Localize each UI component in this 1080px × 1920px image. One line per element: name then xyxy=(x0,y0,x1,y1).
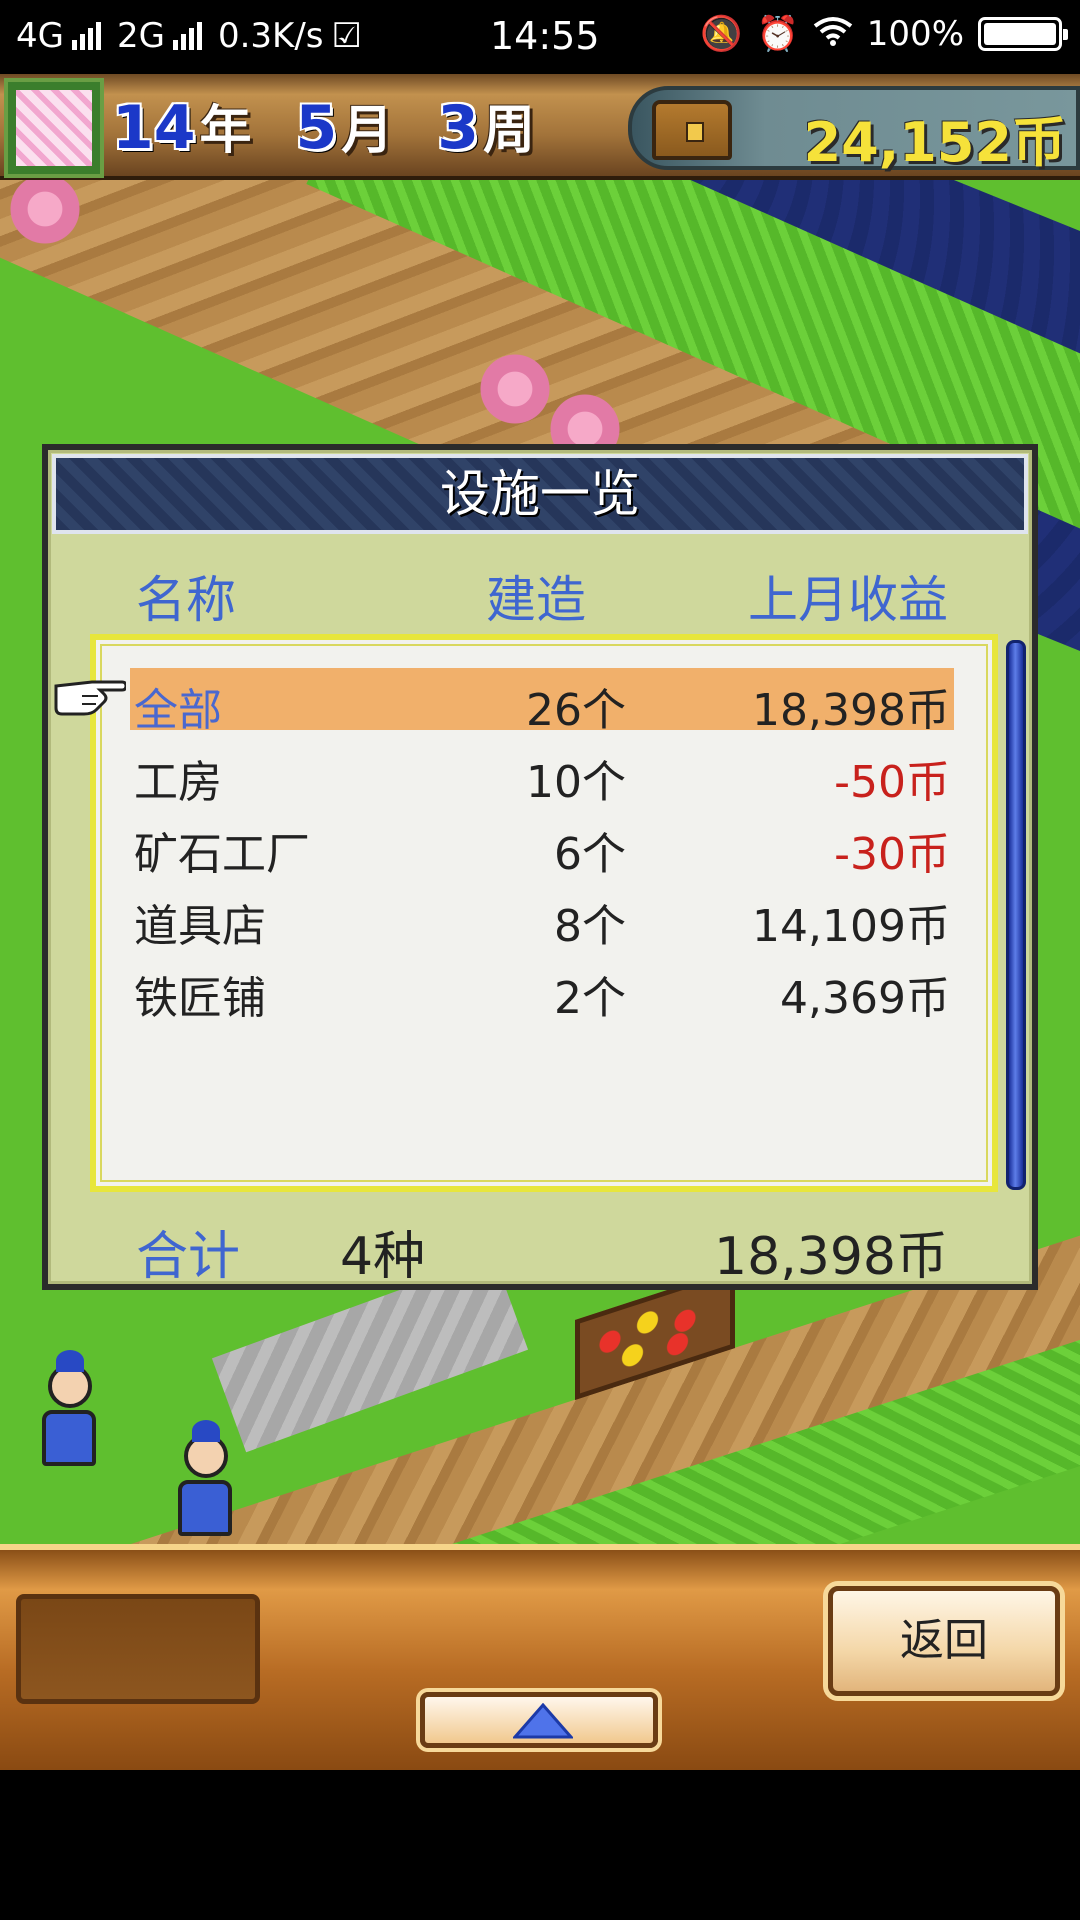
list-row-all[interactable]: 全部 26个 18,398币 xyxy=(130,668,954,736)
top-hud: 14 年 5 月 3 周 24,152币 xyxy=(0,74,1080,180)
clipboard-check-icon: ☑ xyxy=(331,16,362,56)
empty-slot xyxy=(16,1594,260,1704)
row-revenue: -30币 xyxy=(834,829,950,880)
year-unit: 年 xyxy=(199,101,252,161)
back-button[interactable]: 返回 xyxy=(828,1586,1060,1696)
row-name: 铁匠铺 xyxy=(134,973,266,1024)
network-4g-label: 4G xyxy=(16,16,64,56)
alarm-icon: ⏰ xyxy=(756,14,799,54)
month-number: 5 xyxy=(295,93,338,163)
sakura-icon xyxy=(16,90,92,166)
column-headers: 名称 建造 上月收益 xyxy=(48,560,1032,630)
row-revenue: -50币 xyxy=(834,757,950,808)
scrollbar[interactable] xyxy=(1006,640,1026,1190)
row-count: 2个 xyxy=(554,973,626,1024)
total-row: 合计 4种 18,398币 xyxy=(48,1214,1032,1287)
row-count: 8个 xyxy=(554,901,626,952)
dialog-title: 设施一览 xyxy=(52,454,1028,534)
row-name: 工房 xyxy=(134,757,222,808)
total-label: 合计 xyxy=(136,1227,241,1287)
bottom-command-bar: 返回 xyxy=(0,1544,1080,1770)
sakura-tree xyxy=(0,174,90,244)
row-revenue: 4,369币 xyxy=(780,973,950,1024)
header-built: 建造 xyxy=(486,571,586,629)
pointing-hand-icon xyxy=(54,680,126,716)
bottom-blank-area xyxy=(0,1770,1080,1920)
list-row-ore-factory[interactable]: 矿石工厂 6个 -30币 xyxy=(130,812,954,880)
treasure-chest-icon xyxy=(652,100,732,160)
row-revenue: 14,109币 xyxy=(752,901,950,952)
month-unit: 月 xyxy=(341,101,394,161)
row-name: 矿石工厂 xyxy=(134,829,310,880)
game-date: 14 年 5 月 3 周 xyxy=(112,88,575,163)
network-2g-label: 2G xyxy=(116,16,165,56)
scroll-up-button[interactable] xyxy=(420,1692,658,1748)
facility-list-dialog: 设施一览 名称 建造 上月收益 全部 26个 18,398币 工房 10个 -5… xyxy=(42,444,1038,1290)
row-count: 26个 xyxy=(526,685,626,736)
list-row-item-shop[interactable]: 道具店 8个 14,109币 xyxy=(130,884,954,952)
row-count: 10个 xyxy=(526,757,626,808)
season-portrait[interactable] xyxy=(4,78,104,178)
signal-icon xyxy=(71,22,101,50)
villager-sprite[interactable] xyxy=(178,1420,234,1544)
battery-icon xyxy=(978,17,1068,51)
clock: 14:55 xyxy=(490,14,600,58)
mute-bell-icon: 🔕 xyxy=(700,14,743,54)
row-revenue: 18,398币 xyxy=(752,685,950,736)
money-panel: 24,152币 xyxy=(628,86,1080,174)
row-name: 全部 xyxy=(134,685,222,736)
battery-percent: 100% xyxy=(866,14,964,54)
villager-sprite[interactable] xyxy=(42,1350,98,1474)
year-number: 14 xyxy=(112,93,196,163)
list-row-workshop[interactable]: 工房 10个 -50币 xyxy=(130,740,954,808)
money-amount: 24,152币 xyxy=(803,111,1066,174)
total-kinds: 4种 xyxy=(340,1227,426,1287)
status-bar: 4G 2G 0.3K/s ☑ 14:55 🔕 ⏰ 100% xyxy=(0,0,1080,74)
row-count: 6个 xyxy=(554,829,626,880)
up-arrow-icon xyxy=(513,1703,573,1739)
week-unit: 周 xyxy=(483,101,536,161)
wifi-icon xyxy=(813,16,853,52)
header-name: 名称 xyxy=(136,571,236,629)
network-speed: 0.3K/s xyxy=(217,16,324,56)
total-amount: 18,398币 xyxy=(714,1227,948,1287)
header-revenue: 上月收益 xyxy=(748,571,948,629)
row-name: 道具店 xyxy=(134,901,266,952)
list-row-blacksmith[interactable]: 铁匠铺 2个 4,369币 xyxy=(130,956,954,1024)
signal-icon xyxy=(172,22,202,50)
week-number: 3 xyxy=(437,93,480,163)
